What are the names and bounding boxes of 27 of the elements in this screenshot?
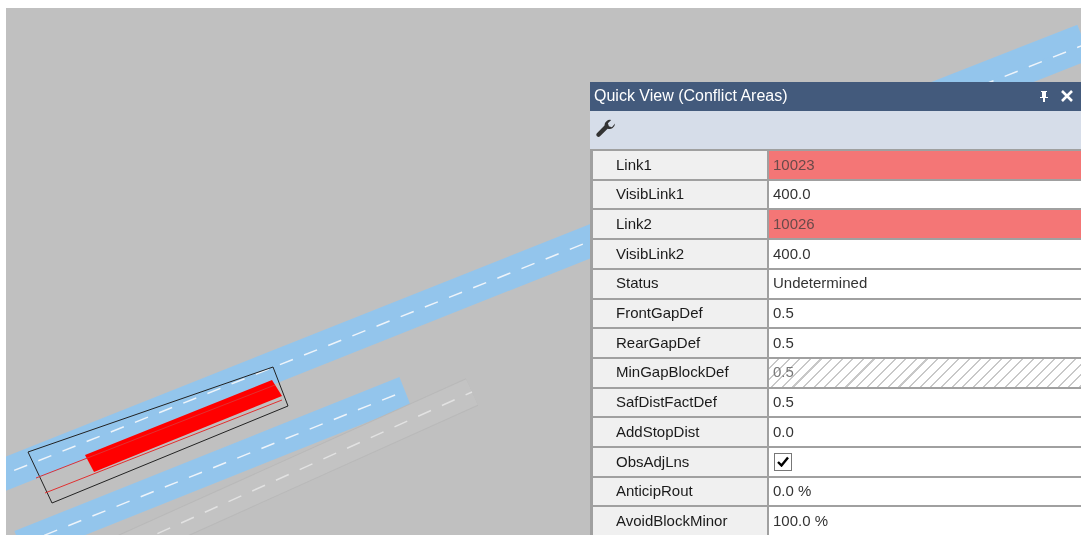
property-value[interactable]: 0.5	[769, 329, 1081, 357]
close-icon[interactable]	[1061, 90, 1073, 103]
property-value[interactable]: 100.0 %	[769, 507, 1081, 535]
property-value[interactable]: 0.0 %	[769, 477, 1081, 506]
property-name: MinGapBlockDef	[593, 358, 767, 387]
property-name: Status	[593, 269, 767, 298]
property-value[interactable]: 400.0	[769, 180, 1081, 209]
property-name: SafDistFactDef	[593, 388, 767, 417]
property-name: VisibLink1	[593, 180, 767, 209]
property-value[interactable]: 0.5	[769, 388, 1081, 417]
property-name: AddStopDist	[593, 418, 767, 446]
property-name: VisibLink2	[593, 240, 767, 268]
property-value[interactable]: 0.5	[769, 299, 1081, 328]
property-name: Link2	[593, 210, 767, 239]
property-value[interactable]: 0.5	[769, 358, 1081, 387]
property-name: FrontGapDef	[593, 299, 767, 328]
property-value[interactable]: Undetermined	[769, 269, 1081, 298]
property-name: ObsAdjLns	[593, 447, 767, 476]
panel-title: Quick View (Conflict Areas)	[594, 86, 789, 107]
checkbox[interactable]	[774, 452, 792, 471]
property-name: RearGapDef	[593, 329, 767, 357]
pin-icon[interactable]	[1039, 90, 1049, 103]
property-name: AvoidBlockMinor	[593, 507, 767, 535]
property-value[interactable]: 0.0	[769, 418, 1081, 446]
property-value[interactable]: 400.0	[769, 240, 1081, 268]
property-name: Link1	[593, 151, 767, 179]
property-name: AnticipRout	[593, 477, 767, 506]
